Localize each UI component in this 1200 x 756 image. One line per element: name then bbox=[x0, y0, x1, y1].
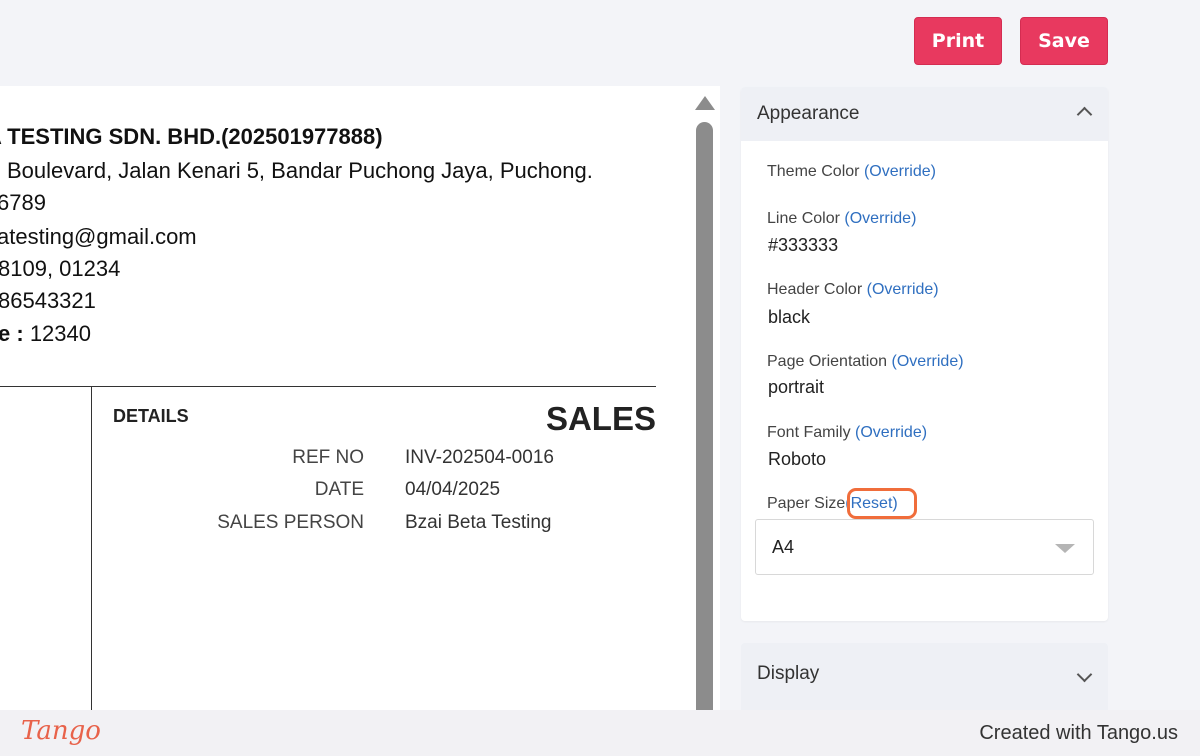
appearance-panel-header[interactable]: Appearance bbox=[741, 87, 1108, 141]
appearance-panel: Appearance Theme Color (Override) Line C… bbox=[741, 87, 1108, 621]
paper-size-selected-value: A4 bbox=[772, 537, 795, 557]
footer-credit: Created with Tango.us bbox=[979, 722, 1178, 744]
company-address: l Boulevard, Jalan Kenari 5, Bandar Puch… bbox=[0, 158, 593, 183]
print-button[interactable]: Print bbox=[914, 17, 1002, 65]
company-name: A TESTING SDN. BHD.(202501977888) bbox=[0, 124, 383, 149]
company-code: e : 12340 bbox=[0, 321, 91, 347]
document-type-title: SALES bbox=[545, 400, 656, 437]
ref-no-label: REF NO bbox=[292, 447, 364, 468]
scrollbar-thumb[interactable] bbox=[696, 122, 713, 722]
divider-vertical bbox=[91, 386, 92, 710]
theme-color-override-link[interactable]: (Override) bbox=[864, 163, 936, 180]
details-heading: DETAILS bbox=[113, 406, 189, 426]
display-title: Display bbox=[757, 663, 820, 684]
theme-color-label: Theme Color (Override) bbox=[767, 163, 936, 180]
reset-link-highlight bbox=[847, 488, 917, 519]
chevron-up-icon[interactable] bbox=[1076, 106, 1093, 123]
company-code-label: e : bbox=[0, 321, 24, 346]
footer-bar: Tango Created with Tango.us bbox=[0, 710, 1200, 756]
font-family-label: Font Family (Override) bbox=[767, 424, 928, 441]
company-code-value: 12340 bbox=[29, 321, 91, 346]
company-line-5: 86543321 bbox=[0, 288, 96, 313]
paper-size-select[interactable]: A4 bbox=[755, 519, 1094, 575]
top-toolbar: Print Save bbox=[0, 0, 1200, 86]
page-orientation-value: portrait bbox=[768, 377, 825, 397]
date-label: DATE bbox=[314, 479, 364, 500]
company-phone: 6789 bbox=[0, 190, 46, 215]
header-color-label: Header Color (Override) bbox=[767, 281, 939, 298]
tango-logo: Tango bbox=[21, 716, 101, 746]
company-line-4: 8109, 01234 bbox=[0, 256, 121, 281]
document-preview: A TESTING SDN. BHD.(202501977888) l Boul… bbox=[0, 86, 690, 710]
ref-no-value: INV-202504-0016 bbox=[405, 447, 554, 468]
display-panel-header[interactable]: Display bbox=[741, 643, 1108, 710]
sales-person-value: Bzai Beta Testing bbox=[405, 512, 552, 533]
divider-horizontal bbox=[0, 386, 656, 387]
chevron-down-icon[interactable] bbox=[1076, 666, 1093, 683]
date-value: 04/04/2025 bbox=[405, 479, 501, 500]
font-family-override-link[interactable]: (Override) bbox=[855, 424, 927, 441]
font-family-value: Roboto bbox=[768, 449, 827, 469]
page-orientation-override-link[interactable]: (Override) bbox=[892, 353, 964, 370]
header-color-override-link[interactable]: (Override) bbox=[867, 281, 939, 298]
save-button[interactable]: Save bbox=[1020, 17, 1108, 65]
dropdown-caret-icon[interactable] bbox=[1055, 544, 1075, 553]
page-orientation-label: Page Orientation (Override) bbox=[767, 353, 964, 370]
scroll-up-arrow-icon[interactable] bbox=[695, 96, 715, 110]
line-color-override-link[interactable]: (Override) bbox=[844, 210, 916, 227]
sales-person-label: SALES PERSON bbox=[217, 512, 364, 533]
header-color-value: black bbox=[768, 307, 811, 327]
appearance-title: Appearance bbox=[757, 103, 860, 124]
company-email: atesting@gmail.com bbox=[0, 224, 197, 249]
line-color-value: #333333 bbox=[768, 235, 839, 255]
line-color-label: Line Color (Override) bbox=[767, 210, 917, 227]
